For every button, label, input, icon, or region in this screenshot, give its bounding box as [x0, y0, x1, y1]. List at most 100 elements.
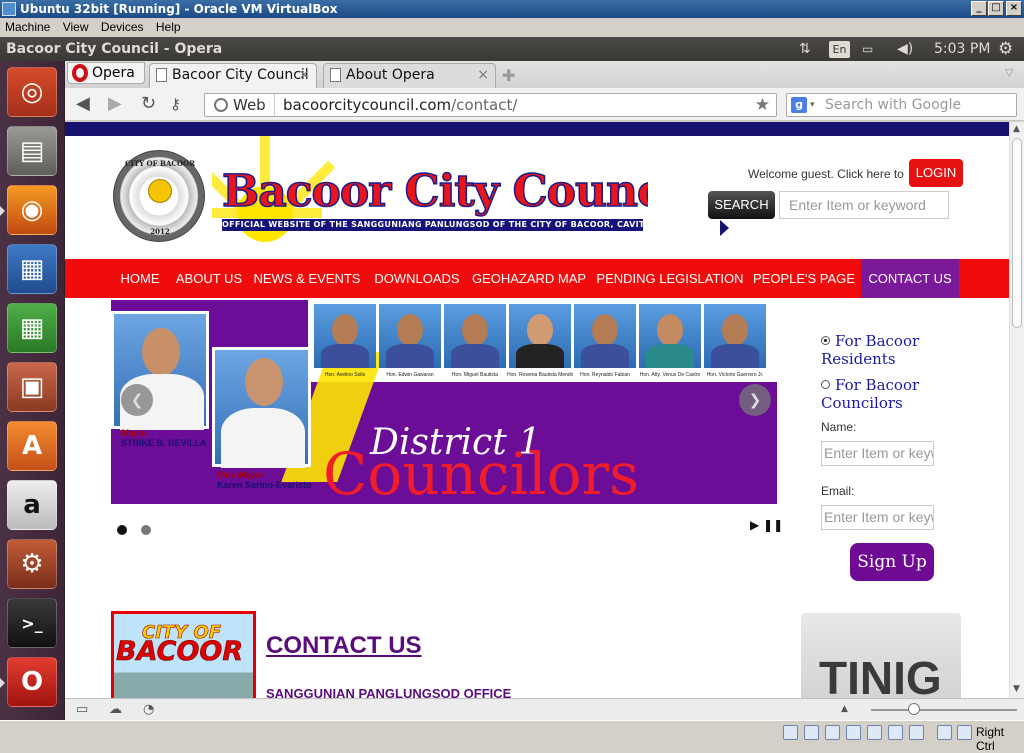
nav-news-events[interactable]: NEWS & EVENTS — [251, 259, 363, 298]
usb-icon[interactable] — [825, 725, 840, 740]
tab-bacoor-city-council[interactable]: Bacoor City Council × — [149, 63, 317, 88]
name-input[interactable]: Enter Item or keyword — [821, 441, 934, 466]
option-residents[interactable]: For Bacoor Residents — [821, 332, 941, 368]
email-input[interactable]: Enter Item or keyword — [821, 505, 934, 530]
host-key-icon[interactable] — [957, 725, 972, 740]
scrollbar-thumb[interactable] — [1012, 138, 1022, 328]
slider-play-pause-icon[interactable]: ▶ ❚❚ — [750, 518, 783, 532]
panel-toggle-icon[interactable]: ▭ — [76, 702, 88, 717]
vice-mayor-caption: Vice Mayor Karen Sarino-Evaristo — [217, 470, 312, 490]
tab-about-opera[interactable]: About Opera × — [323, 63, 496, 88]
active-window-title: Bacoor City Council - Opera — [6, 41, 223, 57]
calc-icon[interactable]: ▦ — [7, 303, 57, 353]
sun-emblem — [148, 179, 172, 203]
zoom-slider-knob[interactable] — [908, 703, 920, 715]
menu-machine[interactable]: Machine — [5, 20, 50, 34]
clock[interactable]: 5:03 PM — [934, 37, 990, 61]
menu-devices[interactable]: Devices — [101, 20, 144, 34]
search-engine-dropdown-icon[interactable]: ▾ — [810, 94, 815, 116]
slide-dot-active[interactable] — [117, 525, 127, 535]
optical-drive-icon[interactable] — [804, 725, 819, 740]
menu-help[interactable]: Help — [156, 20, 181, 34]
battery-icon[interactable]: ▭ — [862, 37, 873, 61]
slider-prev-icon[interactable]: ❮ — [121, 384, 153, 416]
login-button[interactable]: LOGIN — [909, 159, 963, 187]
close-tab-icon[interactable]: × — [477, 64, 489, 86]
nav-geohazard-map[interactable]: GEOHAZARD MAP — [469, 259, 589, 298]
maximize-button[interactable]: □ — [988, 1, 1004, 16]
hard-disk-icon[interactable] — [783, 725, 798, 740]
speed-dial-icon[interactable]: ◔ — [143, 702, 154, 717]
close-tab-icon[interactable]: × — [298, 64, 310, 86]
opera-menu-button[interactable]: Opera — [67, 62, 145, 84]
minimize-button[interactable]: _ — [971, 1, 987, 16]
hero-slider[interactable]: Mayor STRIKE B. REVILLA Vice Mayor Karen… — [111, 300, 777, 504]
shared-folders-icon[interactable] — [867, 725, 882, 740]
forward-icon[interactable]: ▶ — [108, 93, 122, 114]
menu-view[interactable]: View — [63, 20, 89, 34]
keyboard-layout-indicator[interactable]: En — [829, 41, 850, 58]
url-text[interactable]: bacoorcitycouncil.com/contact/ — [283, 94, 517, 116]
radio-selected-icon[interactable] — [821, 336, 830, 345]
vertical-scrollbar[interactable]: ▲ ▼ — [1009, 122, 1024, 698]
nav-pending-legislation[interactable]: PENDING LEGISLATION — [591, 259, 749, 298]
close-button[interactable]: × — [1006, 1, 1022, 16]
opera-unite-icon[interactable]: ☁ — [109, 702, 122, 717]
writer-icon[interactable]: ▦ — [7, 244, 57, 294]
nav-home[interactable]: HOME — [113, 259, 167, 298]
slider-pagination — [117, 520, 160, 539]
email-label: Email: — [821, 484, 855, 498]
running-indicator — [0, 678, 5, 688]
main-navigation: HOME ABOUT US NEWS & EVENTS DOWNLOADS GE… — [65, 259, 1009, 298]
volume-icon[interactable]: ◀) — [897, 37, 913, 61]
terminal-icon[interactable]: >_ — [7, 598, 57, 648]
address-bar[interactable]: Web bacoorcitycouncil.com/contact/ ★ — [204, 93, 777, 117]
scroll-up-icon[interactable]: ▲ — [1013, 124, 1020, 134]
nav-downloads[interactable]: DOWNLOADS — [367, 259, 467, 298]
scroll-down-icon[interactable]: ▼ — [1013, 684, 1020, 694]
zoom-slider[interactable] — [871, 703, 1017, 715]
ubuntu-top-panel: Bacoor City Council - Opera ⇅ En ▭ ◀) 5:… — [0, 37, 1024, 61]
tab-list-chevron-icon[interactable]: ▽ — [1005, 66, 1013, 79]
files-icon[interactable]: ▤ — [7, 126, 57, 176]
bookmark-star-icon[interactable]: ★ — [755, 94, 770, 116]
browser-search-field[interactable]: g ▾ Search with Google — [786, 93, 1017, 117]
reload-icon[interactable]: ↻ — [141, 93, 156, 114]
system-settings-icon[interactable]: ⚙ — [7, 539, 57, 589]
display-icon[interactable] — [888, 725, 903, 740]
site-banner[interactable]: Bacoor City Council OFFICIAL WEBSITE OF … — [212, 136, 648, 248]
opera-icon[interactable]: O — [7, 657, 57, 707]
google-icon[interactable]: g — [791, 97, 807, 113]
new-tab-icon[interactable]: ✚ — [502, 66, 515, 85]
slider-next-icon[interactable]: ❯ — [739, 384, 771, 416]
site-search-button[interactable]: SEARCH — [708, 191, 775, 219]
software-center-icon[interactable]: A — [7, 421, 57, 471]
network-icon[interactable]: ⇅ — [799, 37, 811, 61]
amazon-icon[interactable]: a — [7, 480, 57, 530]
firefox-icon[interactable]: ◉ — [7, 185, 57, 235]
impress-icon[interactable]: ▣ — [7, 362, 57, 412]
city-seal-logo[interactable]: CITY OF BACOOR 2012 — [113, 150, 205, 242]
video-capture-icon[interactable] — [909, 725, 924, 740]
back-icon[interactable]: ◀ — [76, 93, 90, 114]
web-badge[interactable]: Web — [205, 94, 275, 116]
nav-about-us[interactable]: ABOUT US — [171, 259, 247, 298]
councilor-name: Hon. Miguel Bautista — [451, 372, 499, 378]
session-gear-icon[interactable]: ⚙ — [998, 37, 1013, 61]
option-councilors[interactable]: For Bacoor Councilors — [821, 376, 941, 412]
zoom-menu-icon[interactable]: ▲ — [841, 704, 848, 714]
nav-peoples-page[interactable]: PEOPLE'S PAGE — [749, 259, 859, 298]
web-page: CITY OF BACOOR 2012 Bacoor City Council … — [65, 122, 1009, 698]
councilor-photo — [704, 304, 766, 368]
network-adapter-icon[interactable] — [846, 725, 861, 740]
nav-contact-us[interactable]: CONTACT US — [861, 259, 959, 298]
dash-home-icon[interactable]: ◎ — [7, 67, 57, 117]
wand-key-icon[interactable]: ⚷ — [170, 95, 181, 113]
site-search-input[interactable]: Enter Item or keyword — [779, 191, 949, 219]
page-title[interactable]: CONTACT US — [266, 632, 422, 660]
slide-dot[interactable] — [141, 525, 152, 535]
mouse-integration-icon[interactable] — [937, 725, 952, 740]
sign-up-button[interactable]: Sign Up — [850, 543, 934, 581]
tinig-banner[interactable]: TINIG — [801, 613, 961, 698]
radio-icon[interactable] — [821, 380, 830, 389]
